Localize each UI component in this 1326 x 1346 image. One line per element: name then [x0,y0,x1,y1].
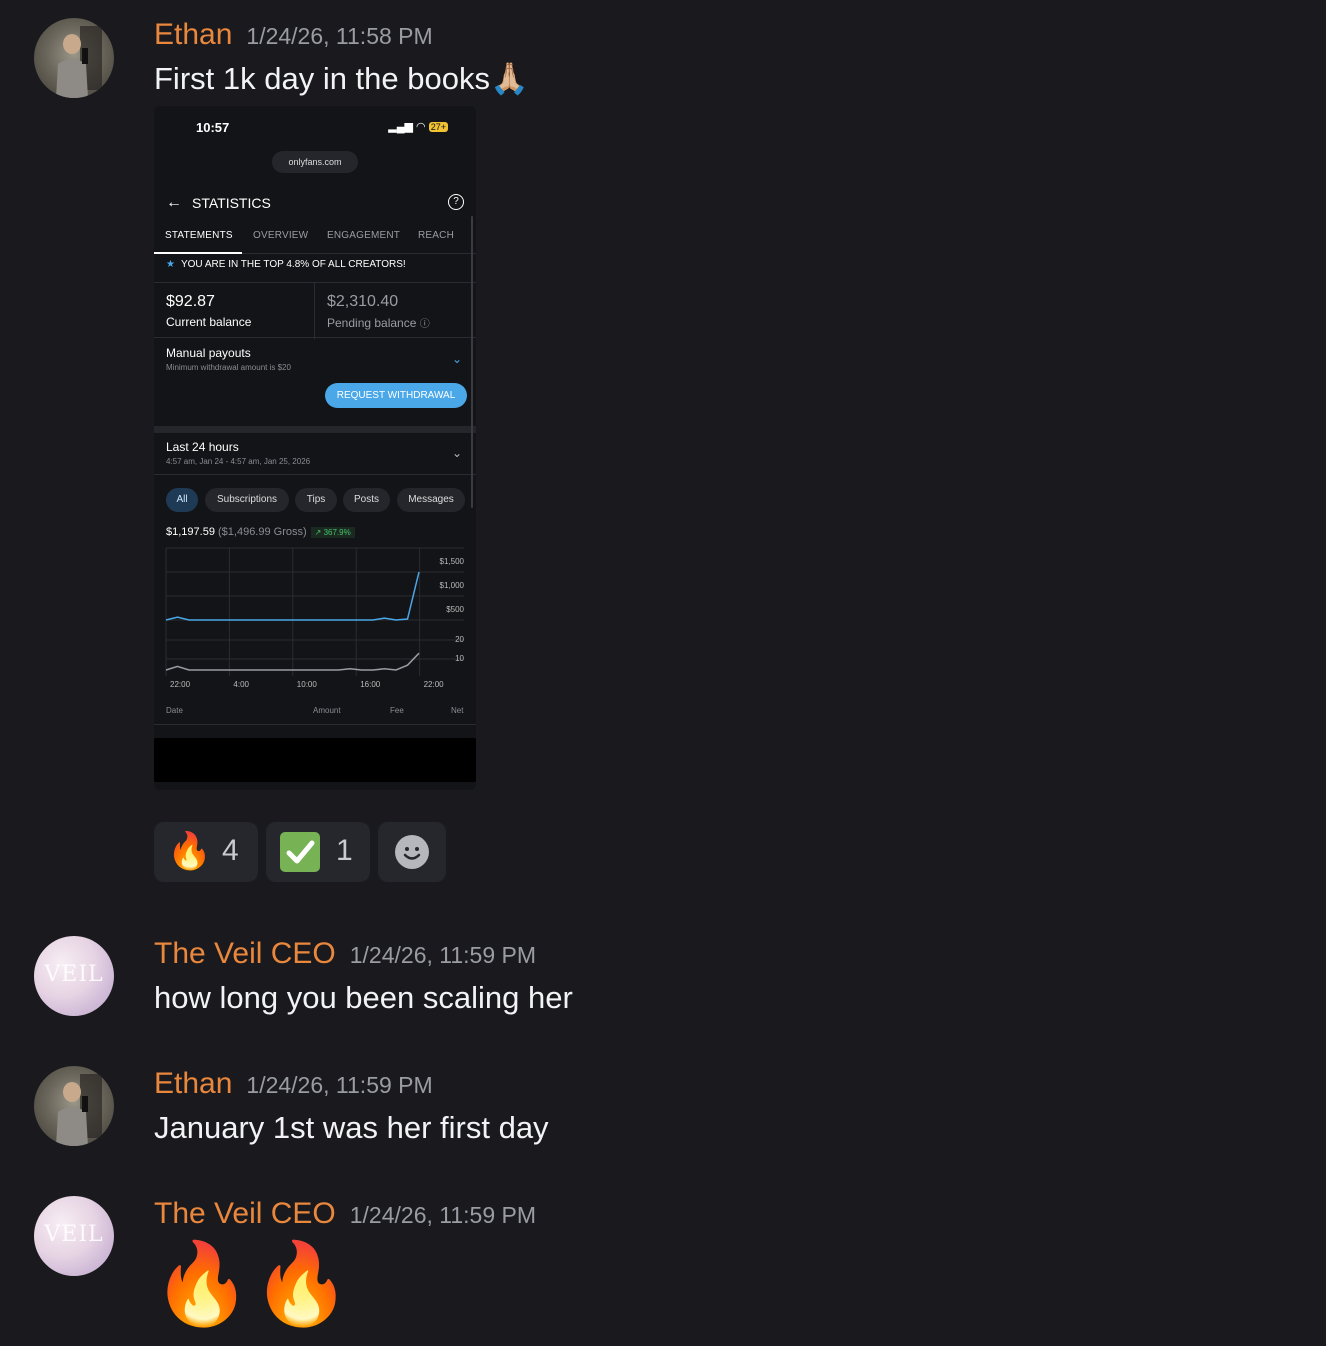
x-tick-label: 22:00 [424,680,445,689]
x-tick-label: 16:00 [360,680,381,689]
gross-amount: ($1,496.99 Gross) [218,526,307,538]
range-subtitle: 4:57 am, Jan 24 - 4:57 am, Jan 25, 2026 [166,457,311,466]
person-photo-icon [56,26,102,98]
chevron-down-icon: ⌄ [451,446,462,460]
chevron-down-icon: ⌄ [451,352,462,366]
url-pill: onlyfans.com [272,151,358,173]
tab-overview: OVERVIEW [253,230,309,241]
net-amount: $1,197.59 [166,526,215,538]
praying-hands-emoji: 🙏🏼 [490,61,529,96]
filter-messages: Messages [397,488,465,512]
top-creator-banner: ★ YOU ARE IN THE TOP 4.8% OF ALL CREATORS… [166,259,406,270]
reaction-count: 1 [336,834,353,867]
timestamp: 1/24/26, 11:59 PM [349,1202,537,1228]
username[interactable]: Ethan [154,18,232,51]
divider [154,474,476,475]
change-badge: ↗ 367.9% [310,527,355,538]
message-text: First 1k day in the books🙏🏼 [154,60,529,97]
check-mark-icon [280,832,320,872]
pending-label-text: Pending balance [327,316,417,330]
current-balance-label: Current balance [166,315,252,329]
add-reaction-button[interactable] [378,822,446,882]
help-icon: ? [448,194,464,210]
request-withdrawal-button: REQUEST WITHDRAWAL [325,383,467,408]
col-fee: Fee [390,706,404,715]
reaction-check[interactable]: 1 [266,822,370,882]
timestamp: 1/24/26, 11:59 PM [246,1072,433,1098]
col-net: Net [451,706,464,715]
balance-divider [314,283,315,339]
timestamp: 1/24/26, 11:59 PM [349,942,537,968]
battery-icon: 27+ [428,122,448,132]
scrollbar [471,216,473,508]
username[interactable]: The Veil CEO [154,937,336,970]
message-text: January 1st was her first day [154,1110,549,1145]
section-separator [154,426,476,433]
tab-engagement: ENGAGEMENT [327,230,401,241]
filter-subscriptions: Subscriptions [205,488,289,512]
info-icon: ⓘ [419,319,430,330]
timestamp: 1/24/26, 11:58 PM [246,23,433,49]
balance-panel: $92.87 Current balance $2,310.40 Pending… [154,282,476,339]
col-amount: Amount [313,706,341,715]
redaction-block [154,738,476,782]
phone-time: 10:57 [196,120,230,135]
avatar-veil[interactable]: VEIL [34,1196,114,1276]
star-icon: ★ [166,259,175,270]
min-withdrawal: Minimum withdrawal amount is $20 [166,363,291,372]
message-body: First 1k day in the books [154,61,490,96]
avatar-veil[interactable]: VEIL [34,936,114,1016]
earnings-chart: $1,500 $1,000 $500 20 10 22:00 4:00 10:00 16:00 2… [165,547,465,689]
col-date: Date [166,706,183,715]
tab-reach: REACH [418,230,455,241]
filter-all: All [166,488,198,512]
pending-balance-label: Pending balance ⓘ [327,315,430,330]
divider [154,724,476,725]
current-balance-amount: $92.87 [166,293,215,310]
x-tick-label: 4:00 [233,680,249,689]
y-tick-label: $1,000 [440,581,465,590]
username[interactable]: Ethan [154,1067,232,1100]
message-text: how long you been scaling her [154,980,573,1015]
reaction-fire[interactable]: 🔥 4 [154,822,258,882]
stats-title: STATISTICS [192,195,271,211]
veil-logo: VEIL [44,962,104,987]
manual-payouts: Manual payouts [166,346,251,360]
fire-emojis: 🔥🔥 [152,1237,352,1330]
y-tick-label: $1,500 [440,557,465,566]
avatar-ethan[interactable] [34,18,114,98]
range-title: Last 24 hours [166,440,239,454]
avatar-ethan[interactable] [34,1066,114,1146]
y-tick-label: 10 [455,654,464,663]
y-tick-label: 20 [455,635,464,644]
person-photo-icon [56,1074,102,1146]
phone-status-icons: ▂▄▆ ◠ 27+ [388,121,448,133]
filter-posts: Posts [343,488,390,512]
top-creator-text: YOU ARE IN THE TOP 4.8% OF ALL CREATORS! [180,259,406,270]
statistics-screenshot[interactable]: 10:57 ▂▄▆ ◠ 27+ onlyfans.com ← STATISTIC… [154,106,476,790]
add-reaction-icon [395,835,429,869]
fire-emoji: 🔥 [167,831,212,872]
pending-balance-amount: $2,310.40 [327,293,399,310]
stats-tabs: STATEMENTS OVERVIEW ENGAGEMENT REACH [154,228,476,254]
earnings-summary: $1,197.59 ($1,496.99 Gross) ↗ 367.9% [166,526,355,538]
x-tick-label: 22:00 [170,680,191,689]
reaction-count: 4 [222,834,239,867]
filter-tips: Tips [295,488,337,512]
x-tick-label: 10:00 [297,680,318,689]
veil-logo: VEIL [44,1222,104,1247]
username[interactable]: The Veil CEO [154,1197,336,1230]
active-tab-underline [154,252,242,254]
back-arrow-icon: ← [166,194,182,211]
tab-statements: STATEMENTS [165,230,233,241]
y-tick-label: $500 [446,605,464,614]
